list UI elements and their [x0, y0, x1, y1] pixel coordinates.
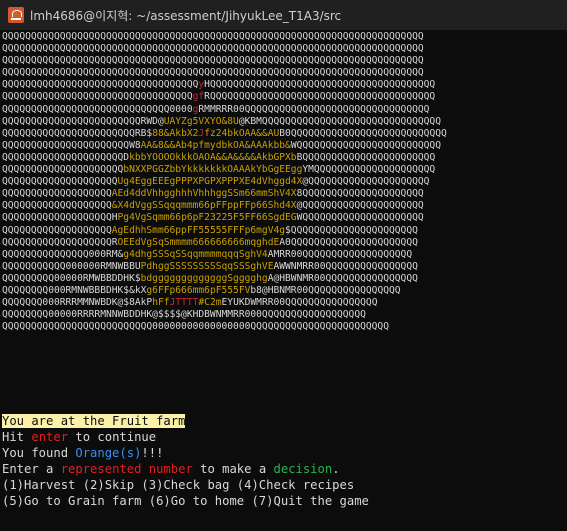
- location-line: You are at the Fruit farm: [2, 413, 565, 429]
- continue-prompt: Hit enter to continue: [2, 430, 157, 444]
- enter-key-text: enter: [31, 430, 69, 444]
- ascii-art-row: QQQQQQQQQQQQQQQQQQQAgEdhhSmm66ppFF55555F…: [2, 224, 418, 236]
- found-item-line: You found Orange(s)!!!: [2, 446, 164, 460]
- ascii-art-row: QQQQQQQQQQQQQQQQQQQAEd4ddVhhgghhhVhhhggS…: [2, 188, 424, 200]
- ascii-art-row: QQQQQQQQQQQQQQQQQQQQQbNXXPGGZbbYkkkkkkkO…: [2, 164, 436, 176]
- ascii-art-row: QQQQQQQQQQQQQQQQQQQROEEdVgSqSmmmm6666666…: [2, 236, 418, 248]
- ascii-art-row: QQQQQQQQQQQ000000RMNWBBUPdhggSSSSSSSSSqq…: [2, 260, 418, 272]
- ascii-art-row: QQQQQQQQQQQQQQQQQQQQQQQQQQQQQQQQQQQQQQQQ…: [2, 31, 424, 42]
- ascii-art-row: QQQQQQQQQQQQQQQQQQQQQQQQQQQQQQQQQQyHQQQQ…: [2, 79, 436, 91]
- game-text: You are at the Fruit farm Hit enter to c…: [2, 413, 565, 509]
- ascii-art-row: QQQQQQQQQQQQQQQQQQQQQQQQQQQQQQQQQQQQQQQQ…: [2, 43, 424, 55]
- ubuntu-terminal-icon: [8, 7, 24, 23]
- ascii-art-row: QQQQQQQQQQQQQQQQQQQQQQQQQQQQQ0000gRMMRRR…: [2, 103, 430, 115]
- window-title: lmh4686@이지혁: ~/assessment/JihyukLee_T1A3…: [30, 9, 342, 23]
- decision-prompt: Enter a represented number to make a dec…: [2, 462, 340, 476]
- ascii-art-row: QQQQQQQQ00000RRRRMNNWBDDHK@$$$$@KHDBWNMM…: [2, 309, 366, 321]
- ascii-art-row: QQQQQQQQQQQQQQQQQQQQQDkbbYOOOOkkkOAOA&&A…: [2, 151, 436, 163]
- ascii-art-row: QQQQQQQQQQQQQQQQQQQQQQQQQQQQQQQQQQQQQQQQ…: [2, 55, 424, 67]
- title-bar: lmh4686@이지혁: ~/assessment/JihyukLee_T1A3…: [0, 0, 567, 30]
- terminal-output[interactable]: QQQQQQQQQQQQQQQQQQQQQQQQQQQQQQQQQQQQQQQQ…: [2, 31, 565, 529]
- menu-options-line-1: (1)Harvest (2)Skip (3)Check bag (4)Check…: [2, 478, 355, 492]
- ascii-art-fruit: QQQQQQQQQQQQQQQQQQQQQQQQQQQQQQQQQQQQQQQQ…: [2, 31, 565, 333]
- found-item-name: Orange(s): [75, 446, 142, 460]
- menu-options-line-2: (5)Go to Grain farm (6)Go to home (7)Qui…: [2, 494, 369, 508]
- terminal-window: lmh4686@이지혁: ~/assessment/JihyukLee_T1A3…: [0, 0, 567, 531]
- location-text: You are at the Fruit farm: [2, 414, 186, 428]
- ascii-art-row: QQQQQQQQQQQQQQQQQQQQQQW8AA&8&&Ab4pfmydbk…: [2, 139, 441, 151]
- ascii-art-row: QQQQQQQQQQQQQQQQQQQQUg4EggEEEgPPPXPGPXPP…: [2, 176, 430, 188]
- ascii-art-row: QQQQQQQQ000RMNWBBBDHK$&kXg6FFp666mm6pF55…: [2, 284, 401, 296]
- ascii-art-row: QQQQQQQQQQQQQQQ000RM&g4dhgSSSqSSqqmmmmqq…: [2, 248, 413, 260]
- ascii-art-row: QQQQQQQQQQQQQQQQQQQQQQQRB$88&AkbX2Jfz24b…: [2, 127, 447, 139]
- ascii-art-row: QQQQQQQQQ00000RMWBBDDHK$bdgggggggggggggS…: [2, 272, 418, 284]
- ascii-art-row: QQQQQQQQQQQQQQQQQQQQQQQQRWD@UAYZg5VXYO&8…: [2, 115, 441, 127]
- ascii-art-row: QQQQQQQQQQQQQQQQQQQQQQQQQQQQQQQQQgfRQQQQ…: [2, 91, 436, 103]
- ascii-art-row: QQQQQQQQQQQQQQQQQQQHPg4VgSqmm66p6pF23225…: [2, 212, 424, 224]
- ascii-art-row: QQQQQQQ000RRRMMNWBDK@$8AkPhFfJTTTT#C2mEY…: [2, 297, 378, 309]
- ascii-art-row: QQQQQQQQQQQQQQQQQQQQQQQQQQQQQQQQQQQQQQQQ…: [2, 67, 424, 79]
- ascii-art-row: QQQQQQQQQQQQQQQQQQQ&X4dVggSSqqqmmm66pFFp…: [2, 200, 424, 212]
- ascii-art-row: QQQQQQQQQQQQQQQQQQQQQQQQQQ00000000000000…: [2, 321, 389, 333]
